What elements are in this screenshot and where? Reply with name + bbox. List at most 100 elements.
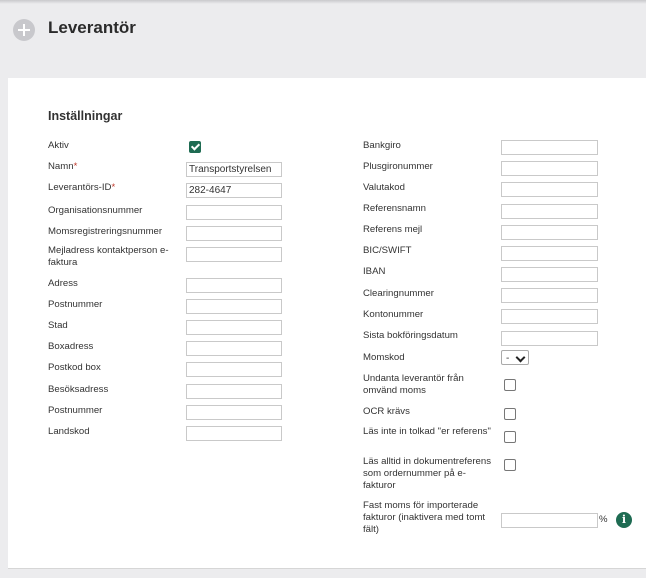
label-fast-moms-för-importerade-fakturor-inaktivera-med-tomt-fält: Fast moms för importerade fakturor (inak… bbox=[363, 500, 498, 536]
input-adress[interactable] bbox=[186, 278, 282, 293]
label-referens-mejl: Referens mejl bbox=[363, 224, 498, 236]
input-sista-bokföringsdatum[interactable] bbox=[501, 331, 598, 346]
input-iban[interactable] bbox=[501, 267, 598, 282]
label-valutakod: Valutakod bbox=[363, 182, 498, 194]
label-boxadress: Boxadress bbox=[48, 341, 183, 353]
checkbox-undanta-leverantör-från-omvänd-moms[interactable] bbox=[504, 379, 516, 391]
page-title: Leverantör bbox=[48, 18, 136, 37]
input-namn[interactable]: Transportstyrelsen bbox=[186, 162, 282, 177]
label-text: Kontonummer bbox=[363, 309, 424, 320]
label-referensnamn: Referensnamn bbox=[363, 203, 498, 215]
input-landskod[interactable] bbox=[186, 426, 282, 441]
input-kontonummer[interactable] bbox=[501, 309, 598, 324]
label-text: Momsregistreringsnummer bbox=[48, 226, 163, 237]
label-momskod: Momskod bbox=[363, 352, 498, 364]
label-text: Besöksadress bbox=[48, 384, 109, 395]
label-plusgironummer: Plusgironummer bbox=[363, 161, 498, 173]
label-postkod-box: Postkod box bbox=[48, 362, 183, 374]
input-referens-mejl[interactable] bbox=[501, 225, 598, 240]
label-text: Postnummer bbox=[48, 299, 103, 310]
label-text: Postkod box bbox=[48, 362, 101, 373]
input-mejladress-kontaktperson-e-faktura[interactable] bbox=[186, 247, 282, 262]
label-läs-inte-in-tolkad-er-referens: Läs inte in tolkad "er referens" bbox=[363, 426, 498, 438]
label-text: Clearingnummer bbox=[363, 288, 434, 299]
checkbox-aktiv[interactable] bbox=[189, 141, 201, 153]
input-fast-moms-för-importerade-fakturor-inaktivera-med-tomt-fält[interactable] bbox=[501, 513, 598, 528]
input-boxadress[interactable] bbox=[186, 341, 282, 356]
input-momsregistreringsnummer[interactable] bbox=[186, 226, 282, 241]
page-header: Leverantör bbox=[0, 12, 646, 48]
select-value: - bbox=[506, 353, 510, 364]
label-mejladress-kontaktperson-e-faktura: Mejladress kontaktperson e-faktura bbox=[48, 245, 183, 269]
input-plusgironummer[interactable] bbox=[501, 161, 598, 176]
label-text: Momskod bbox=[363, 352, 405, 363]
label-postnummer: Postnummer bbox=[48, 405, 183, 417]
label-text: Stad bbox=[48, 320, 68, 331]
label-leverantörs-id: Leverantörs-ID* bbox=[48, 182, 183, 194]
label-text: Boxadress bbox=[48, 341, 94, 352]
label-text: Valutakod bbox=[363, 182, 405, 193]
label-text: Fast moms för importerade fakturor (inak… bbox=[363, 500, 486, 535]
input-postkod-box[interactable] bbox=[186, 362, 282, 377]
label-namn: Namn* bbox=[48, 161, 183, 173]
chevron-down-icon bbox=[515, 352, 526, 363]
settings-panel: Inställningar Aktiv Namn* Transportstyrels… bbox=[8, 78, 646, 569]
label-landskod: Landskod bbox=[48, 426, 183, 438]
label-text: Sista bokföringsdatum bbox=[363, 330, 458, 341]
label-organisationsnummer: Organisationsnummer bbox=[48, 205, 183, 217]
label-text: Läs inte in tolkad "er referens" bbox=[363, 426, 491, 437]
label-text: Plusgironummer bbox=[363, 161, 433, 172]
top-shadow bbox=[0, 0, 646, 4]
label-undanta-leverantör-från-omvänd-moms: Undanta leverantör från omvänd moms bbox=[363, 373, 498, 397]
info-icon[interactable]: i bbox=[616, 512, 632, 528]
input-clearingnummer[interactable] bbox=[501, 288, 598, 303]
add-icon[interactable] bbox=[13, 19, 35, 41]
label-text: BIC/SWIFT bbox=[363, 245, 412, 256]
label-text: Postnummer bbox=[48, 405, 103, 416]
label-text: Läs alltid in dokumentreferens som order… bbox=[363, 456, 491, 491]
input-bankgiro[interactable] bbox=[501, 140, 598, 155]
label-text: Adress bbox=[48, 278, 78, 289]
input-valutakod[interactable] bbox=[501, 182, 598, 197]
label-momsregistreringsnummer: Momsregistreringsnummer bbox=[48, 226, 183, 238]
label-text: Namn bbox=[48, 161, 74, 172]
label-clearingnummer: Clearingnummer bbox=[363, 288, 498, 300]
label-text: Referensnamn bbox=[363, 203, 426, 214]
label-text: Referens mejl bbox=[363, 224, 423, 235]
input-referensnamn[interactable] bbox=[501, 204, 598, 219]
label-text: Leverantörs-ID bbox=[48, 182, 112, 193]
checkbox-läs-inte-in-tolkad-er-referens[interactable] bbox=[504, 431, 516, 443]
label-aktiv: Aktiv bbox=[48, 140, 183, 152]
label-text: Mejladress kontaktperson e-faktura bbox=[48, 245, 169, 268]
checkbox-ocr-krävs[interactable] bbox=[504, 408, 516, 420]
label-text: Undanta leverantör från omvänd moms bbox=[363, 373, 464, 396]
label-text: IBAN bbox=[363, 266, 386, 277]
label-text: Aktiv bbox=[48, 140, 69, 151]
required-asterisk: * bbox=[73, 161, 78, 172]
input-postnummer[interactable] bbox=[186, 299, 282, 314]
label-text: OCR krävs bbox=[363, 406, 410, 417]
label-text: Bankgiro bbox=[363, 140, 401, 151]
label-iban: IBAN bbox=[363, 266, 498, 278]
checkbox-läs-alltid-in-dokumentreferens-som-ordernummer-på-e-fakturor[interactable] bbox=[504, 459, 516, 471]
momskod-select[interactable]: - bbox=[501, 350, 529, 365]
required-asterisk: * bbox=[111, 182, 116, 193]
input-stad[interactable] bbox=[186, 320, 282, 335]
label-sista-bokföringsdatum: Sista bokföringsdatum bbox=[363, 330, 498, 342]
label-text: Organisationsnummer bbox=[48, 205, 143, 216]
percent-unit: % bbox=[599, 514, 608, 525]
label-läs-alltid-in-dokumentreferens-som-ordernummer-på-e-fakturor: Läs alltid in dokumentreferens som order… bbox=[363, 456, 498, 492]
input-bic-swift[interactable] bbox=[501, 246, 598, 261]
input-organisationsnummer[interactable] bbox=[186, 205, 282, 220]
label-besöksadress: Besöksadress bbox=[48, 384, 183, 396]
label-postnummer: Postnummer bbox=[48, 299, 183, 311]
label-adress: Adress bbox=[48, 278, 183, 290]
bottom-strip bbox=[0, 569, 646, 578]
label-stad: Stad bbox=[48, 320, 183, 332]
label-kontonummer: Kontonummer bbox=[363, 309, 498, 321]
label-ocr-krävs: OCR krävs bbox=[363, 406, 498, 418]
label-bic-swift: BIC/SWIFT bbox=[363, 245, 498, 257]
input-leverantörs-id[interactable]: 282-4647 bbox=[186, 183, 282, 198]
input-postnummer[interactable] bbox=[186, 405, 282, 420]
input-besöksadress[interactable] bbox=[186, 384, 282, 399]
